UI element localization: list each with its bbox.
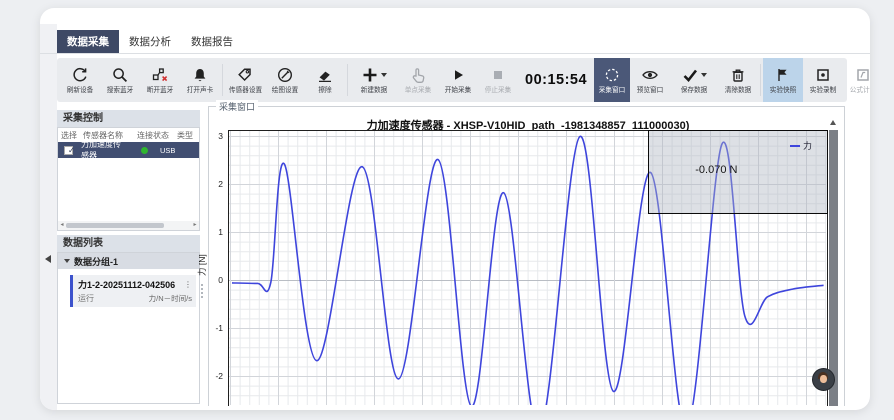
formula-square-icon	[854, 65, 870, 84]
left-rail	[40, 24, 57, 410]
vertical-scrollbar[interactable]	[829, 130, 838, 406]
main-tab-bar: 数据采集 数据分析 数据报告	[57, 32, 243, 53]
preview-window-button[interactable]: 预览窗口	[630, 58, 670, 102]
new-data-button[interactable]: 新建数据	[350, 58, 398, 102]
capture-window-label: 采集窗口	[216, 100, 258, 113]
data-item-title: 力1-2-20251112-042506	[78, 278, 175, 291]
dropdown-caret-icon[interactable]	[701, 73, 707, 77]
formula-calc-button[interactable]: 公式计算	[843, 58, 870, 102]
flag-icon	[774, 65, 792, 84]
record-square-icon	[814, 65, 832, 84]
data-group-row[interactable]: 数据分组-1	[58, 253, 199, 269]
y-tick-label: 3	[218, 131, 223, 141]
y-tick-label: 2	[218, 179, 223, 189]
single-point-button[interactable]: 单点采集	[398, 58, 438, 102]
y-tick-label: 1	[218, 227, 223, 237]
elapsed-timer: 00:15:54	[525, 72, 587, 88]
page-background: 数据采集 数据分析 数据报告 刷新设备 搜索蓝牙 断开蓝牙 打开声卡	[0, 0, 894, 420]
tab-data-acquisition[interactable]: 数据采集	[57, 30, 119, 53]
data-list-body: 数据分组-1 力1-2-20251112-042506 ⋮ 运行 力/N－时间/…	[57, 252, 200, 404]
scroll-up-icon[interactable]	[830, 120, 836, 125]
avatar-face	[820, 375, 827, 383]
tab-data-analysis[interactable]: 数据分析	[119, 30, 181, 53]
save-data-button[interactable]: 保存数据	[670, 58, 718, 102]
toolbar-separator	[347, 64, 348, 96]
sensor-row[interactable]: ✓ 力加速度传感器 USB	[58, 142, 199, 158]
chart-legend: 力	[790, 139, 812, 152]
hand-point-icon	[409, 65, 427, 84]
plot-settings-button[interactable]: 绘图设置	[265, 58, 305, 102]
eraser-icon	[316, 65, 334, 84]
dropdown-caret-icon[interactable]	[381, 73, 387, 77]
sensor-settings-button[interactable]: 传感器设置	[225, 58, 265, 102]
disconnect-bluetooth-button[interactable]: 断开蓝牙	[140, 58, 180, 102]
item-menu-icon[interactable]: ⋮	[184, 281, 192, 289]
pencil-circle-icon	[276, 65, 294, 84]
plus-icon	[361, 66, 379, 84]
sensor-checkbox[interactable]: ✓	[64, 146, 73, 155]
dashed-circle-icon	[603, 65, 621, 84]
data-item-status: 运行	[78, 293, 94, 304]
assistant-avatar-button[interactable]	[812, 368, 835, 391]
capture-window-button[interactable]: 采集窗口	[594, 58, 630, 102]
erase-button[interactable]: 擦除	[305, 58, 345, 102]
refresh-icon	[71, 65, 89, 84]
search-icon	[111, 65, 129, 84]
toolbar-separator	[222, 64, 223, 96]
legend-label: 力	[803, 139, 812, 152]
y-tick-label: 0	[218, 275, 223, 285]
bluetooth-disconnect-icon	[151, 65, 169, 84]
sensor-name: 力加速度传感器	[73, 139, 127, 161]
data-item-axes: 力/N－时间/s	[149, 293, 192, 304]
refresh-device-button[interactable]: 刷新设备	[60, 58, 100, 102]
y-tick-label: -1	[215, 323, 223, 333]
tab-underline	[40, 53, 870, 54]
legend-line-swatch	[790, 145, 800, 147]
sidebar-collapse-icon[interactable]	[45, 255, 51, 263]
stop-collection-button[interactable]: 停止采集	[478, 58, 518, 102]
data-list-header: 数据列表	[57, 235, 200, 252]
sensor-type: USB	[148, 146, 175, 155]
open-soundcard-button[interactable]: 打开声卡	[180, 58, 220, 102]
experiment-snapshot-button[interactable]: 实验快照	[763, 58, 803, 102]
scrollbar-thumb[interactable]	[66, 223, 164, 228]
sensor-tag-icon	[236, 65, 254, 84]
experiment-record-button[interactable]: 实验录制	[803, 58, 843, 102]
toolbar: 刷新设备 搜索蓝牙 断开蓝牙 打开声卡 传感器设置 绘图设置	[57, 58, 847, 102]
search-bluetooth-button[interactable]: 搜索蓝牙	[100, 58, 140, 102]
y-tick-label: -2	[215, 371, 223, 381]
eye-icon	[641, 65, 659, 84]
play-icon	[449, 65, 467, 84]
stop-icon	[489, 65, 507, 84]
chevron-down-icon	[64, 259, 70, 263]
clear-data-button[interactable]: 清除数据	[718, 58, 758, 102]
data-list-item[interactable]: 力1-2-20251112-042506 ⋮ 运行 力/N－时间/s	[70, 275, 196, 307]
status-dot	[141, 147, 148, 154]
app-window: 数据采集 数据分析 数据报告 刷新设备 搜索蓝牙 断开蓝牙 打开声卡	[40, 8, 870, 410]
check-icon	[681, 66, 699, 84]
horizontal-scrollbar[interactable]: ◂ ▸	[58, 221, 199, 230]
scroll-left-icon[interactable]: ◂	[58, 221, 66, 230]
bell-icon	[191, 65, 209, 84]
tab-data-report[interactable]: 数据报告	[181, 30, 243, 53]
sensor-table: 选择 传感器名称 连接状态 类型 ✓ 力加速度传感器 USB ◂ ▸	[57, 127, 200, 231]
start-collection-button[interactable]: 开始采集	[438, 58, 478, 102]
y-axis-label: 力 [N]	[196, 254, 208, 276]
value-annotation: -0.070 N	[695, 164, 737, 176]
trash-icon	[729, 65, 747, 84]
collection-control-header: 采集控制	[57, 110, 200, 127]
toolbar-separator	[760, 64, 761, 96]
